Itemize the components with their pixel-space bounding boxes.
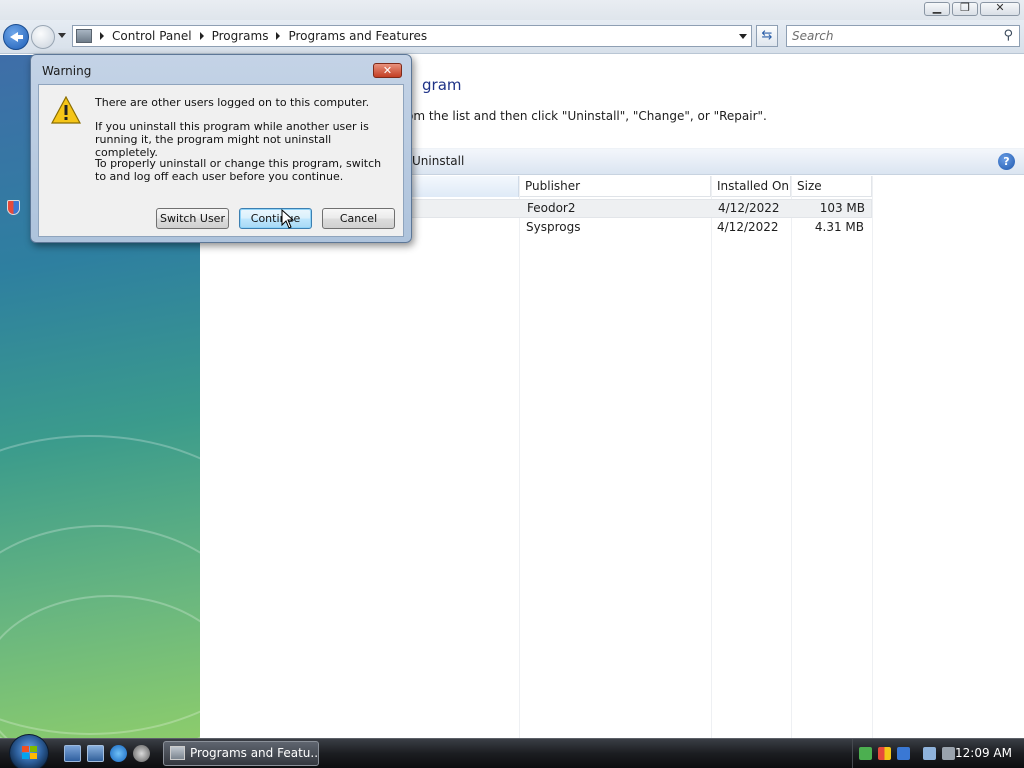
cancel-button[interactable]: Cancel bbox=[322, 208, 395, 229]
navigation-bar: Control Panel Programs Programs and Feat… bbox=[0, 20, 1024, 54]
column-header-publisher[interactable]: Publisher bbox=[519, 176, 711, 197]
size-cell: 4.31 MB bbox=[814, 220, 864, 234]
close-button[interactable]: ✕ bbox=[980, 1, 1020, 16]
window-controls: ▁ ❐ ✕ bbox=[924, 1, 1020, 16]
publisher-cell: Feodor2 bbox=[527, 201, 576, 215]
windows-logo-icon bbox=[22, 746, 37, 759]
dialog-message-primary: There are other users logged on to this … bbox=[95, 96, 370, 109]
background-swirl bbox=[0, 595, 200, 738]
minimize-button[interactable]: ▁ bbox=[924, 1, 950, 16]
column-header-installed-on[interactable]: Installed On bbox=[711, 176, 791, 197]
clock[interactable]: 12:09 AM bbox=[955, 746, 1012, 760]
refresh-button[interactable]: ⇆ bbox=[756, 25, 778, 47]
installed-on-cell: 4/12/2022 bbox=[718, 201, 780, 215]
column-header-size[interactable]: Size bbox=[791, 176, 872, 197]
search-icon[interactable]: ⚲ bbox=[1003, 28, 1013, 43]
warning-dialog: Warning ✕ There are other users logged o… bbox=[30, 54, 412, 243]
minimize-icon: ▁ bbox=[932, 1, 942, 14]
network-icon[interactable] bbox=[923, 747, 936, 760]
column-divider bbox=[791, 176, 792, 738]
programs-and-features-icon bbox=[170, 746, 185, 760]
notification-area: 12:09 AM bbox=[852, 739, 1024, 768]
close-icon: ✕ bbox=[995, 1, 1005, 14]
switch-windows-icon[interactable] bbox=[87, 745, 104, 762]
dialog-title: Warning bbox=[42, 64, 92, 78]
taskbar-button-label: Programs and Featu... bbox=[190, 746, 319, 760]
continue-button[interactable]: Continue bbox=[239, 208, 312, 229]
security-shield-icon[interactable] bbox=[7, 200, 20, 215]
installed-on-cell: 4/12/2022 bbox=[717, 220, 779, 234]
start-button[interactable] bbox=[9, 734, 49, 768]
uninstall-command[interactable]: Uninstall bbox=[412, 154, 464, 168]
internet-explorer-icon[interactable] bbox=[110, 745, 127, 762]
column-divider bbox=[872, 176, 873, 738]
safely-remove-icon[interactable] bbox=[859, 747, 872, 760]
back-button[interactable] bbox=[3, 24, 29, 50]
dialog-body: There are other users logged on to this … bbox=[38, 84, 404, 237]
quick-launch-app-icon[interactable] bbox=[133, 745, 150, 762]
taskbar: Programs and Featu... 12:09 AM bbox=[0, 734, 1024, 768]
column-divider bbox=[519, 176, 520, 738]
size-cell: 103 MB bbox=[819, 201, 865, 215]
search-input[interactable] bbox=[787, 26, 987, 46]
breadcrumb-programs-and-features[interactable]: Programs and Features bbox=[288, 29, 427, 43]
breadcrumb-programs[interactable]: Programs bbox=[212, 29, 269, 43]
breadcrumb-control-panel[interactable]: Control Panel bbox=[112, 29, 192, 43]
restore-icon: ❐ bbox=[960, 1, 970, 14]
recent-pages-dropdown[interactable] bbox=[58, 33, 66, 38]
dialog-message-instruction: To properly uninstall or change this pro… bbox=[95, 157, 382, 183]
dialog-close-button[interactable]: ✕ bbox=[373, 63, 402, 78]
control-panel-icon bbox=[76, 29, 92, 43]
address-bar[interactable]: Control Panel Programs Programs and Feat… bbox=[72, 25, 752, 47]
restore-button[interactable]: ❐ bbox=[952, 1, 978, 16]
warning-icon bbox=[51, 96, 81, 124]
column-divider bbox=[711, 176, 712, 738]
windows-update-icon[interactable] bbox=[897, 747, 910, 760]
help-icon[interactable]: ? bbox=[998, 153, 1015, 170]
search-box[interactable]: ⚲ bbox=[786, 25, 1020, 47]
page-instructions: om the list and then click "Uninstall", … bbox=[406, 109, 767, 123]
switch-user-button[interactable]: Switch User bbox=[156, 208, 229, 229]
mouse-pointer-icon bbox=[281, 209, 295, 229]
breadcrumb-separator-icon[interactable] bbox=[276, 32, 281, 40]
publisher-cell: Sysprogs bbox=[526, 220, 581, 234]
window-titlebar: ▁ ❐ ✕ bbox=[0, 0, 1024, 20]
dialog-message-detail: If you uninstall this program while anot… bbox=[95, 120, 369, 159]
forward-button[interactable] bbox=[31, 25, 55, 49]
breadcrumb-separator-icon[interactable] bbox=[199, 32, 204, 40]
security-shield-icon[interactable] bbox=[878, 747, 891, 760]
page-title: gram bbox=[422, 76, 462, 94]
volume-muted-icon[interactable] bbox=[942, 747, 955, 760]
breadcrumb-separator-icon[interactable] bbox=[100, 32, 104, 40]
address-dropdown-icon[interactable] bbox=[739, 34, 747, 39]
taskbar-button-programs-and-features[interactable]: Programs and Featu... bbox=[163, 741, 319, 766]
show-desktop-icon[interactable] bbox=[64, 745, 81, 762]
